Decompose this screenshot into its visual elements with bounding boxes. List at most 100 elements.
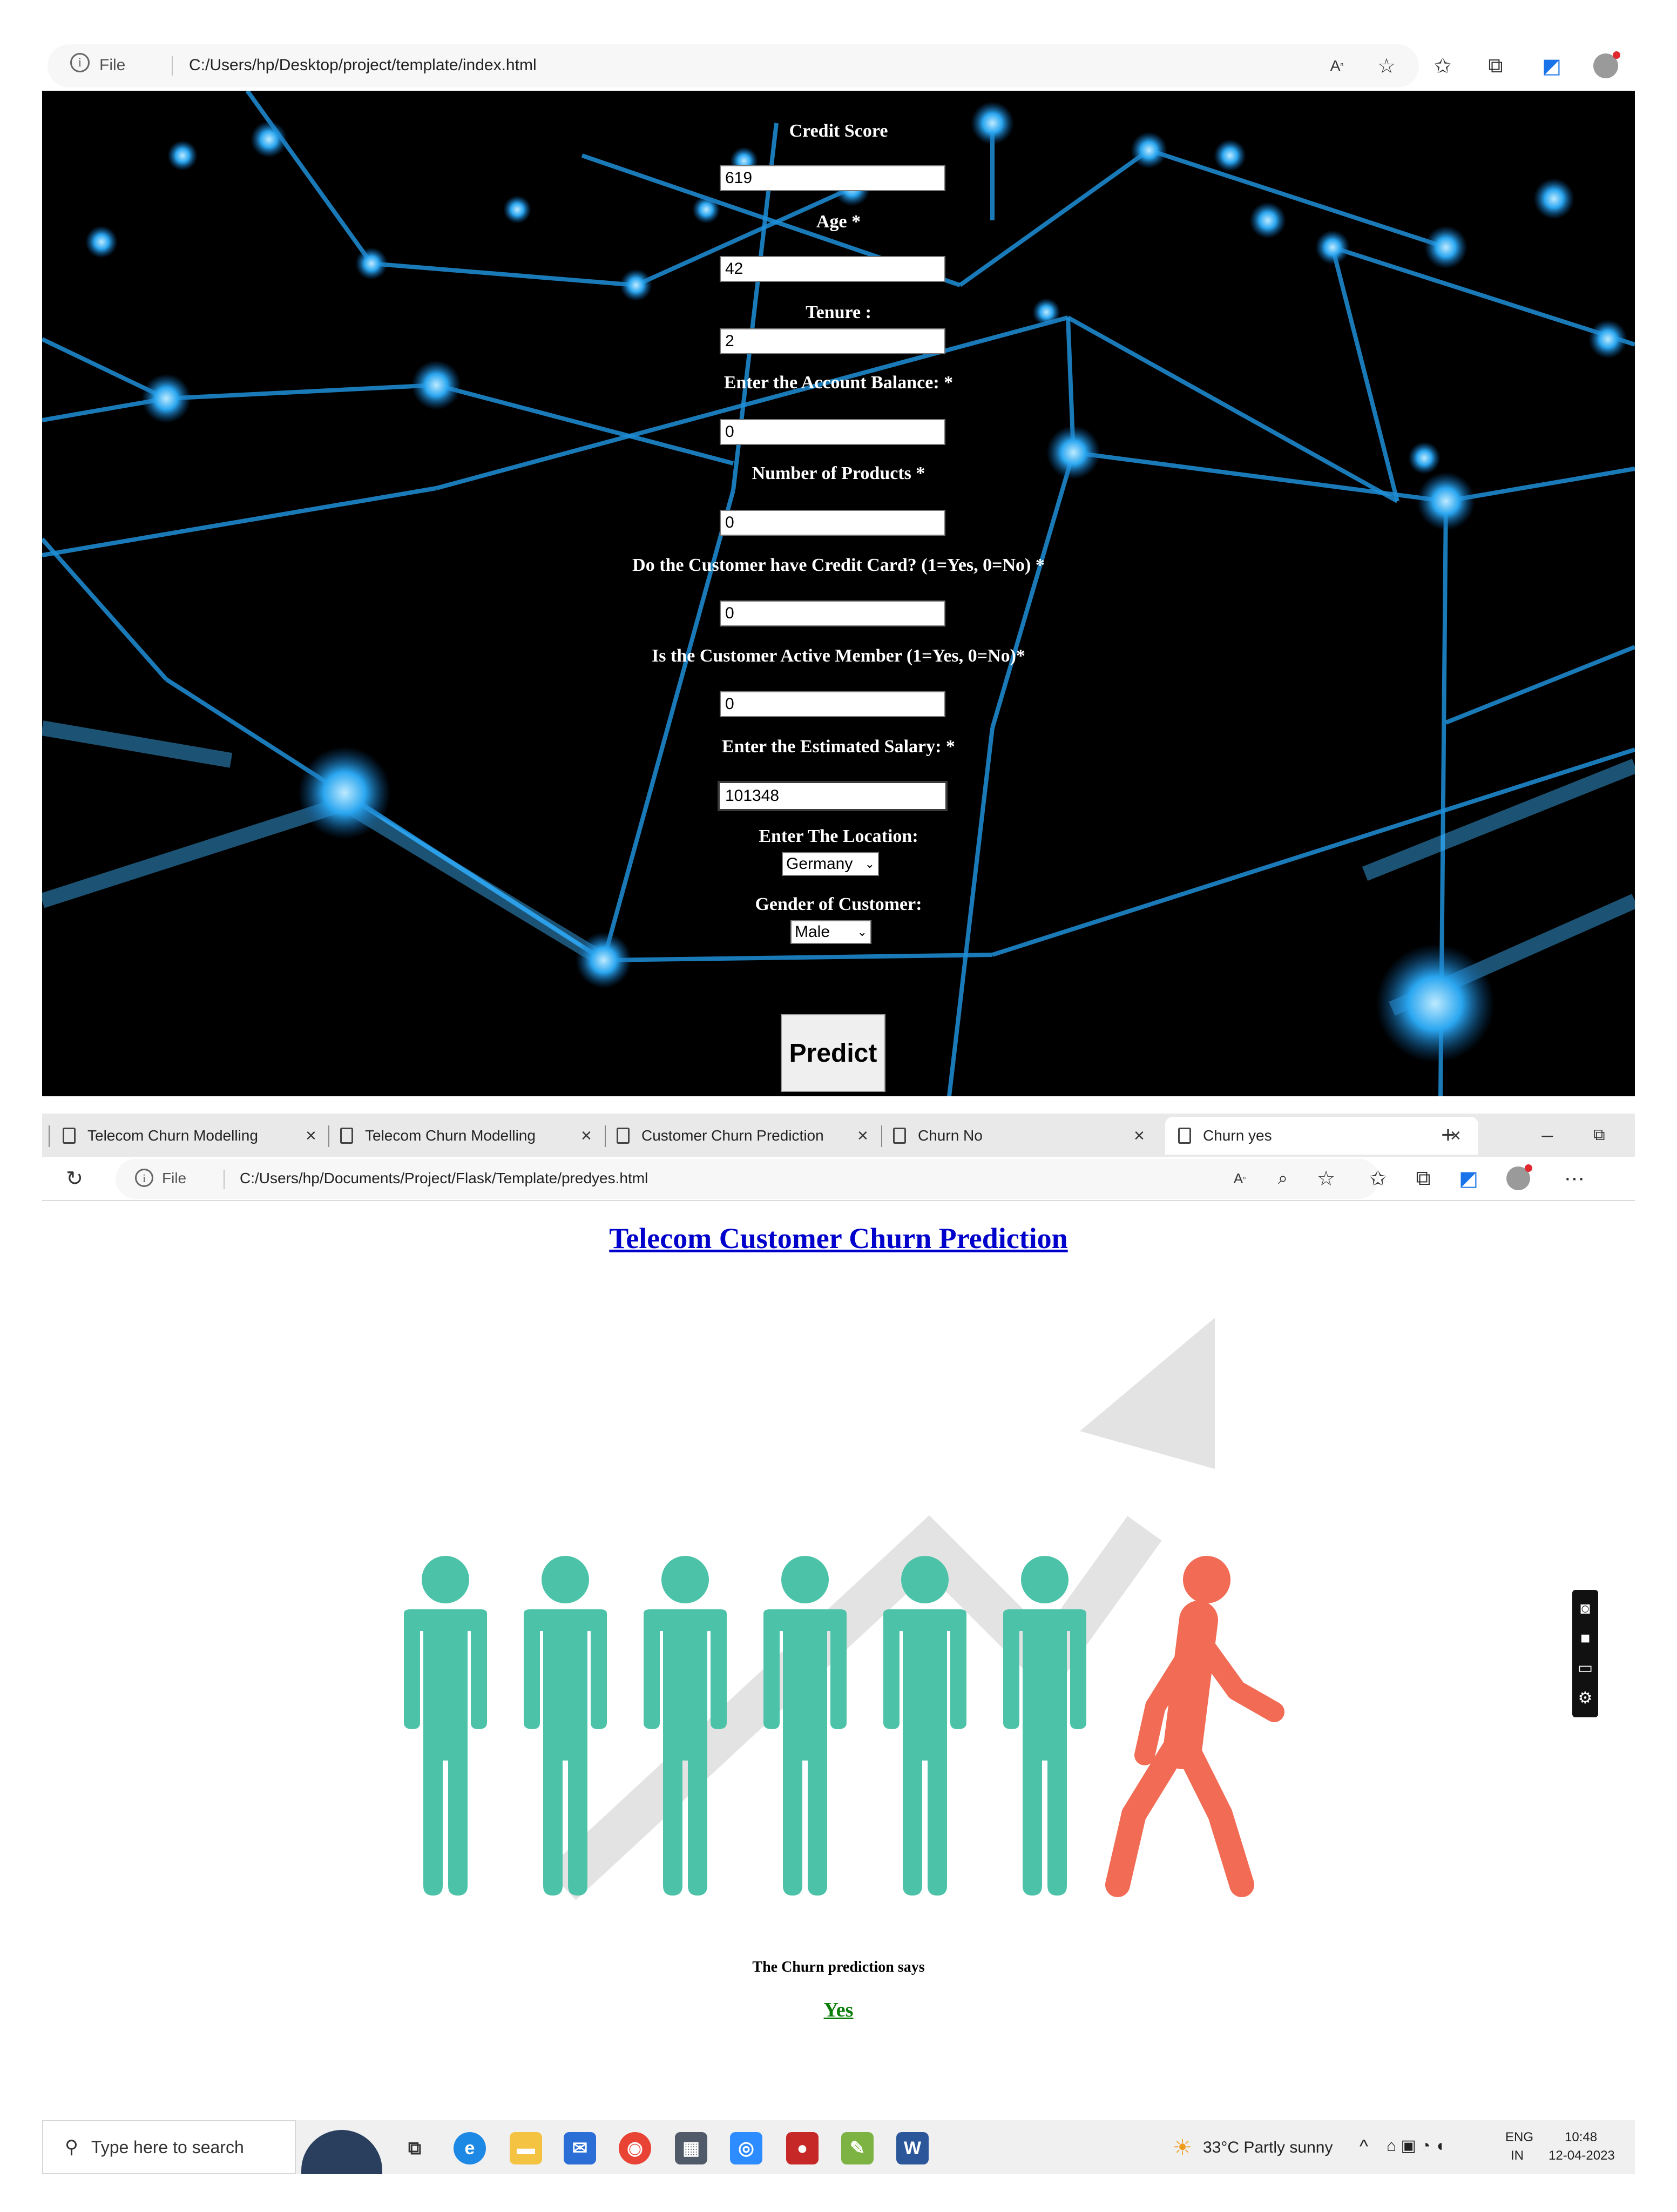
age-input[interactable]: 42 [720, 256, 945, 282]
tab-title: Churn yes [1203, 1127, 1272, 1144]
predict-button[interactable]: Predict [781, 1014, 885, 1092]
notepad-icon[interactable]: ✎ [841, 2132, 874, 2164]
chevron-up-icon[interactable]: ^ [1360, 2136, 1368, 2157]
page-title[interactable]: Telecom Customer Churn Prediction [0, 1222, 1677, 1255]
read-aloud-icon[interactable]: Aⁿ [1225, 1163, 1255, 1193]
credit-card-input[interactable]: 0 [720, 601, 945, 626]
products-input[interactable]: 0 [720, 510, 945, 536]
edge-bar-icon[interactable]: ◩ [1453, 1163, 1484, 1193]
language-top[interactable]: ENG [1505, 2130, 1533, 2145]
balance-input[interactable]: 0 [720, 419, 945, 445]
person-icon [644, 1556, 727, 1896]
document-icon [1178, 1128, 1191, 1144]
balance-label: Enter the Account Balance: * [723, 373, 954, 393]
minimize-icon[interactable]: – [1532, 1120, 1563, 1150]
tab-churn-no[interactable]: Churn No × [893, 1117, 1163, 1155]
url-text[interactable]: C:/Users/hp/Desktop/project/template/ind… [189, 56, 537, 75]
favorites-icon[interactable]: ✩ [1428, 51, 1458, 81]
location-select[interactable]: Germany ⌄ [782, 852, 879, 876]
close-icon[interactable]: × [581, 1125, 592, 1147]
tab-telecom-churn-modelling-2[interactable]: Telecom Churn Modelling × [340, 1117, 610, 1155]
profile-avatar[interactable] [1591, 51, 1621, 81]
gender-select-value: Male [795, 923, 830, 941]
person-icon [404, 1556, 487, 1896]
tab-divider [49, 1125, 50, 1147]
document-icon [63, 1128, 76, 1144]
tab-title: Telecom Churn Modelling [365, 1127, 536, 1144]
info-icon[interactable]: i [70, 53, 90, 72]
file-label: File [99, 56, 126, 74]
close-icon[interactable]: × [857, 1125, 868, 1147]
browser1-address-bar: i File C:/Users/hp/Desktop/project/templ… [42, 41, 1635, 91]
tab-title: Customer Churn Prediction [641, 1127, 824, 1144]
camera-icon[interactable]: ◙ [1580, 1600, 1590, 1618]
close-icon[interactable]: × [306, 1125, 316, 1147]
favorites-icon[interactable]: ✩ [1363, 1163, 1393, 1193]
clock-time[interactable]: 10:48 [1565, 2130, 1597, 2145]
info-icon[interactable]: i [135, 1169, 153, 1187]
tab-divider [328, 1125, 329, 1147]
chrome-icon[interactable]: ◉ [619, 2132, 651, 2164]
mail-icon[interactable]: ✉ [564, 2132, 596, 2164]
tab-customer-churn-prediction[interactable]: Customer Churn Prediction × [617, 1117, 887, 1155]
salary-input[interactable]: 101348 [718, 781, 948, 811]
tab-divider [605, 1125, 606, 1147]
divider [172, 56, 173, 76]
divider [224, 1170, 225, 1189]
profile-avatar[interactable] [1503, 1163, 1533, 1193]
url-text[interactable]: C:/Users/hp/Documents/Project/Flask/Temp… [240, 1170, 648, 1187]
screen-recorder-icon[interactable]: ● [786, 2132, 819, 2164]
collections-icon[interactable]: ⧉ [1480, 51, 1511, 81]
churn-form-page: Credit Score 619 Age * 42 Tenure : 2 Ent… [42, 91, 1635, 1096]
edge-icon[interactable]: e [454, 2132, 486, 2164]
edge-bar-icon[interactable]: ◩ [1537, 51, 1567, 81]
person-icon [883, 1556, 966, 1896]
churn-illustration [404, 1318, 1284, 1900]
prediction-result[interactable]: Yes [0, 1998, 1677, 2022]
clipboard-icon[interactable]: ▭ [1578, 1658, 1593, 1677]
document-icon [893, 1128, 906, 1144]
calculator-icon[interactable]: ▦ [675, 2132, 707, 2164]
system-tray-icons[interactable]: ⌂ ▣ ◔ ◖ [1387, 2136, 1445, 2155]
favorite-add-icon[interactable]: ☆ [1311, 1163, 1341, 1193]
language-bottom[interactable]: IN [1511, 2148, 1524, 2163]
prediction-caption: The Churn prediction says [752, 1959, 925, 1975]
video-icon[interactable]: ■ [1580, 1629, 1590, 1648]
tenure-input[interactable]: 2 [720, 328, 945, 354]
gender-select[interactable]: Male ⌄ [790, 920, 871, 944]
chevron-down-icon: ⌄ [857, 925, 867, 939]
task-view-icon[interactable]: ⧉ [398, 2132, 431, 2164]
zoom-icon[interactable]: ⌕ [1268, 1163, 1298, 1193]
age-label: Age * [816, 212, 861, 232]
settings-icon[interactable]: ⚙ [1578, 1689, 1593, 1708]
zoom-app-icon[interactable]: ◎ [730, 2132, 762, 2164]
active-member-input[interactable]: 0 [720, 691, 945, 717]
read-aloud-icon[interactable]: Aⁿ [1322, 51, 1352, 81]
location-select-value: Germany [786, 855, 853, 873]
favorite-add-icon[interactable]: ☆ [1371, 51, 1402, 81]
new-tab-icon[interactable]: + [1433, 1120, 1463, 1150]
clock-date[interactable]: 12-04-2023 [1548, 2148, 1615, 2163]
tenure-label: Tenure : [806, 302, 871, 322]
more-options-icon[interactable]: ⋯ [1559, 1163, 1590, 1193]
active-member-label: Is the Customer Active Member (1=Yes, 0=… [652, 646, 1025, 666]
chevron-down-icon: ⌄ [864, 857, 875, 871]
tab-telecom-churn-modelling-1[interactable]: Telecom Churn Modelling × [63, 1117, 333, 1155]
close-icon[interactable]: × [1134, 1125, 1145, 1147]
weather-icon[interactable]: ☀ [1173, 2135, 1192, 2160]
document-icon [340, 1128, 353, 1144]
credit-card-label: Do the Customer have Credit Card? (1=Yes… [632, 555, 1045, 575]
search-placeholder: Type here to search [91, 2137, 244, 2157]
collections-icon[interactable]: ⧉ [1408, 1163, 1438, 1193]
document-icon [617, 1128, 630, 1144]
refresh-icon[interactable]: ↻ [59, 1163, 90, 1193]
salary-label: Enter the Estimated Salary: * [722, 737, 955, 757]
restore-icon[interactable]: ⧉ [1584, 1120, 1614, 1150]
word-icon[interactable]: W [896, 2132, 929, 2164]
credit-score-input[interactable]: 619 [720, 165, 945, 191]
tab-churn-yes[interactable]: Churn yes × [1165, 1117, 1478, 1155]
taskbar-search-box[interactable]: ⚲ Type here to search [42, 2120, 296, 2174]
file-explorer-icon[interactable]: ▬ [510, 2132, 542, 2164]
gender-label: Gender of Customer: [755, 894, 922, 914]
weather-text[interactable]: 33°C Partly sunny [1203, 2139, 1333, 2157]
